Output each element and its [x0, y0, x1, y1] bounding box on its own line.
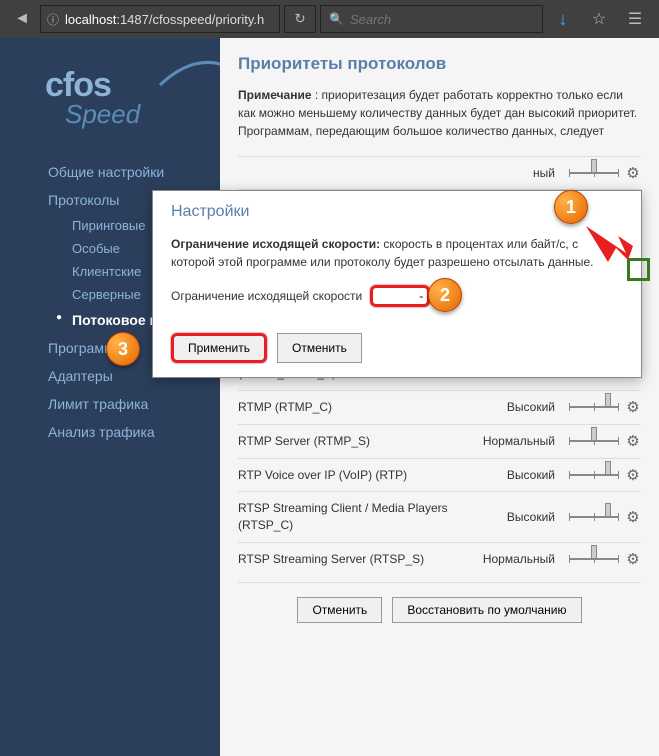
sidebar-item-general[interactable]: Общие настройки	[0, 158, 220, 186]
gear-icon[interactable]: ⚙	[625, 165, 641, 181]
footer-buttons: Отменить Восстановить по умолчанию	[238, 582, 641, 637]
back-button[interactable]: ◄	[8, 5, 36, 33]
download-button[interactable]: ↓	[547, 5, 579, 33]
search-input[interactable]	[350, 12, 534, 27]
tx-speed-limit-input[interactable]	[370, 285, 430, 307]
url-text: localhost:1487/cfosspeed/priority.h	[65, 12, 264, 27]
gear-icon[interactable]: ⚙	[625, 433, 641, 449]
protocol-row: RTSP Streaming Client / Media Players (R…	[238, 491, 641, 542]
gear-icon[interactable]: ⚙	[625, 551, 641, 567]
sidebar-item-traffic-limit[interactable]: Лимит трафика	[0, 390, 220, 418]
menu-button[interactable]: ☰	[619, 5, 651, 33]
gear-icon[interactable]: ⚙	[625, 509, 641, 525]
priority-slider[interactable]	[569, 433, 619, 449]
gear-icon[interactable]: ⚙	[625, 467, 641, 483]
note-text: Примечание : приоритезация будет работат…	[238, 86, 641, 140]
priority-slider[interactable]	[569, 165, 619, 181]
app-body: cfos Speed Общие настройки Протоколы Пир…	[0, 38, 659, 756]
annotation-marker-1: 1	[554, 190, 588, 224]
protocol-priority: ный	[473, 166, 563, 180]
protocol-priority: Высокий	[473, 400, 563, 414]
priority-slider[interactable]	[569, 467, 619, 483]
url-bar[interactable]: ⓘ localhost:1487/cfosspeed/priority.h	[40, 5, 280, 33]
search-box[interactable]: 🔍	[320, 5, 543, 33]
annotation-marker-3: 3	[106, 332, 140, 366]
protocol-row: ный ⚙	[238, 156, 641, 189]
protocol-priority: Нормальный	[473, 552, 563, 566]
protocol-row: RTSP Streaming Server (RTSP_S)Нормальный…	[238, 542, 641, 576]
sidebar-item-traffic-analysis[interactable]: Анализ трафика	[0, 418, 220, 446]
dialog-cancel-button[interactable]: Отменить	[277, 333, 362, 363]
reload-button[interactable]: ↻	[284, 5, 316, 33]
sidebar: cfos Speed Общие настройки Протоколы Пир…	[0, 38, 220, 756]
protocol-name: RTMP (RTMP_C)	[238, 399, 473, 416]
cancel-button[interactable]: Отменить	[297, 597, 382, 623]
logo: cfos Speed	[0, 48, 220, 158]
priority-slider[interactable]	[569, 551, 619, 567]
info-icon: ⓘ	[47, 11, 59, 28]
priority-slider[interactable]	[569, 509, 619, 525]
protocol-name: RTP Voice over IP (VoIP) (RTP)	[238, 467, 473, 484]
annotation-arrow-icon	[578, 218, 638, 268]
annotation-marker-2: 2	[428, 278, 462, 312]
search-icon: 🔍	[329, 12, 344, 26]
protocol-name: RTSP Streaming Client / Media Players (R…	[238, 500, 473, 534]
gear-icon[interactable]: ⚙	[625, 399, 641, 415]
content-area: Приоритеты протоколов Примечание : приор…	[220, 38, 659, 756]
dialog-field-label: Ограничение исходящей скорости	[171, 287, 362, 305]
protocol-priority: Высокий	[473, 468, 563, 482]
browser-toolbar: ◄ ⓘ localhost:1487/cfosspeed/priority.h …	[0, 0, 659, 38]
protocol-priority: Нормальный	[473, 434, 563, 448]
protocol-row: RTMP (RTMP_C)Высокий ⚙	[238, 390, 641, 424]
page-title: Приоритеты протоколов	[238, 54, 641, 74]
protocol-name: RTSP Streaming Server (RTSP_S)	[238, 551, 473, 568]
priority-slider[interactable]	[569, 399, 619, 415]
apply-button[interactable]: Применить	[171, 333, 267, 363]
restore-defaults-button[interactable]: Восстановить по умолчанию	[392, 597, 581, 623]
protocol-priority: Высокий	[473, 510, 563, 524]
logo-line2: Speed	[65, 99, 200, 130]
protocol-row: RTP Voice over IP (VoIP) (RTP)Высокий ⚙	[238, 458, 641, 492]
dialog-body: Ограничение исходящей скорости: скорость…	[153, 227, 641, 323]
bookmark-button[interactable]: ☆	[583, 5, 615, 33]
protocol-name: RTMP Server (RTMP_S)	[238, 433, 473, 450]
protocol-row: RTMP Server (RTMP_S)Нормальный ⚙	[238, 424, 641, 458]
